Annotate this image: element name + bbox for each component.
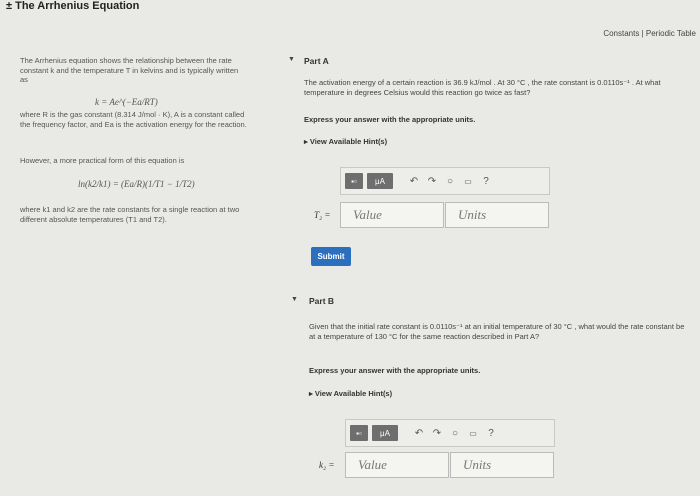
keyboard-icon[interactable]: ▭ [466, 425, 480, 441]
arrhenius-formula: k = Ae^(−Ea/RT) [95, 97, 158, 107]
keyboard-icon[interactable]: ▭ [461, 173, 475, 189]
part-b-label: Part B [309, 296, 335, 306]
part-b-units-input[interactable]: Units [450, 452, 554, 478]
top-links: Constants | Periodic Table [603, 29, 696, 38]
help-icon[interactable]: ? [484, 425, 498, 441]
part-a-label: Part A [304, 56, 329, 66]
reset-icon[interactable]: ○ [443, 173, 457, 189]
constants-link[interactable]: Constants [603, 29, 639, 38]
part-b-question: Given that the initial rate constant is … [309, 322, 685, 341]
part-b-toolbar: ▪▫ μA ↶ ↷ ○ ▭ ? [345, 419, 555, 447]
intro-paragraph-4: where k1 and k2 are the rate constants f… [20, 205, 240, 224]
part-b-hint-toggle[interactable]: ▸ View Available Hint(s) [309, 389, 392, 398]
part-a-value-input[interactable]: Value [340, 202, 444, 228]
part-a-submit-button[interactable]: Submit [311, 247, 351, 266]
part-a-instruction: Express your answer with the appropriate… [304, 115, 476, 124]
intro-paragraph-3: However, a more practical form of this e… [20, 156, 185, 165]
part-a-hint-label: View Available Hint(s) [309, 137, 388, 146]
templates-icon[interactable]: ▪▫ [345, 173, 363, 189]
part-a-toolbar: ▪▫ μA ↶ ↷ ○ ▭ ? [340, 167, 550, 195]
reset-icon[interactable]: ○ [448, 425, 462, 441]
redo-icon[interactable]: ↷ [430, 425, 444, 441]
redo-icon[interactable]: ↷ [425, 173, 439, 189]
part-b-variable-label: k₂ = [319, 460, 335, 470]
intro-paragraph-2: where R is the gas constant (8.314 J/mol… [20, 110, 247, 129]
part-a-question: The activation energy of a certain react… [304, 78, 661, 97]
part-a-hint-toggle[interactable]: ▸ View Available Hint(s) [304, 137, 387, 146]
periodic-table-link[interactable]: Periodic Table [646, 29, 696, 38]
units-button[interactable]: μA [367, 173, 393, 189]
templates-icon[interactable]: ▪▫ [350, 425, 368, 441]
part-a-units-input[interactable]: Units [445, 202, 549, 228]
part-b-hint-label: View Available Hint(s) [314, 389, 393, 398]
undo-icon[interactable]: ↶ [407, 173, 421, 189]
page-title: ± The Arrhenius Equation [6, 0, 140, 12]
part-b-instruction: Express your answer with the appropriate… [309, 366, 481, 375]
part-b-collapse-icon[interactable]: ▼ [291, 296, 298, 303]
help-icon[interactable]: ? [479, 173, 493, 189]
part-b-value-input[interactable]: Value [345, 452, 449, 478]
intro-paragraph-1: The Arrhenius equation shows the relatio… [20, 56, 239, 84]
part-a-collapse-icon[interactable]: ▼ [288, 56, 295, 63]
part-a-variable-label: T₂ = [314, 210, 331, 220]
undo-icon[interactable]: ↶ [412, 425, 426, 441]
practical-formula: ln(k2/k1) = (Ea/R)(1/T1 − 1/T2) [78, 179, 195, 189]
units-button[interactable]: μA [372, 425, 398, 441]
